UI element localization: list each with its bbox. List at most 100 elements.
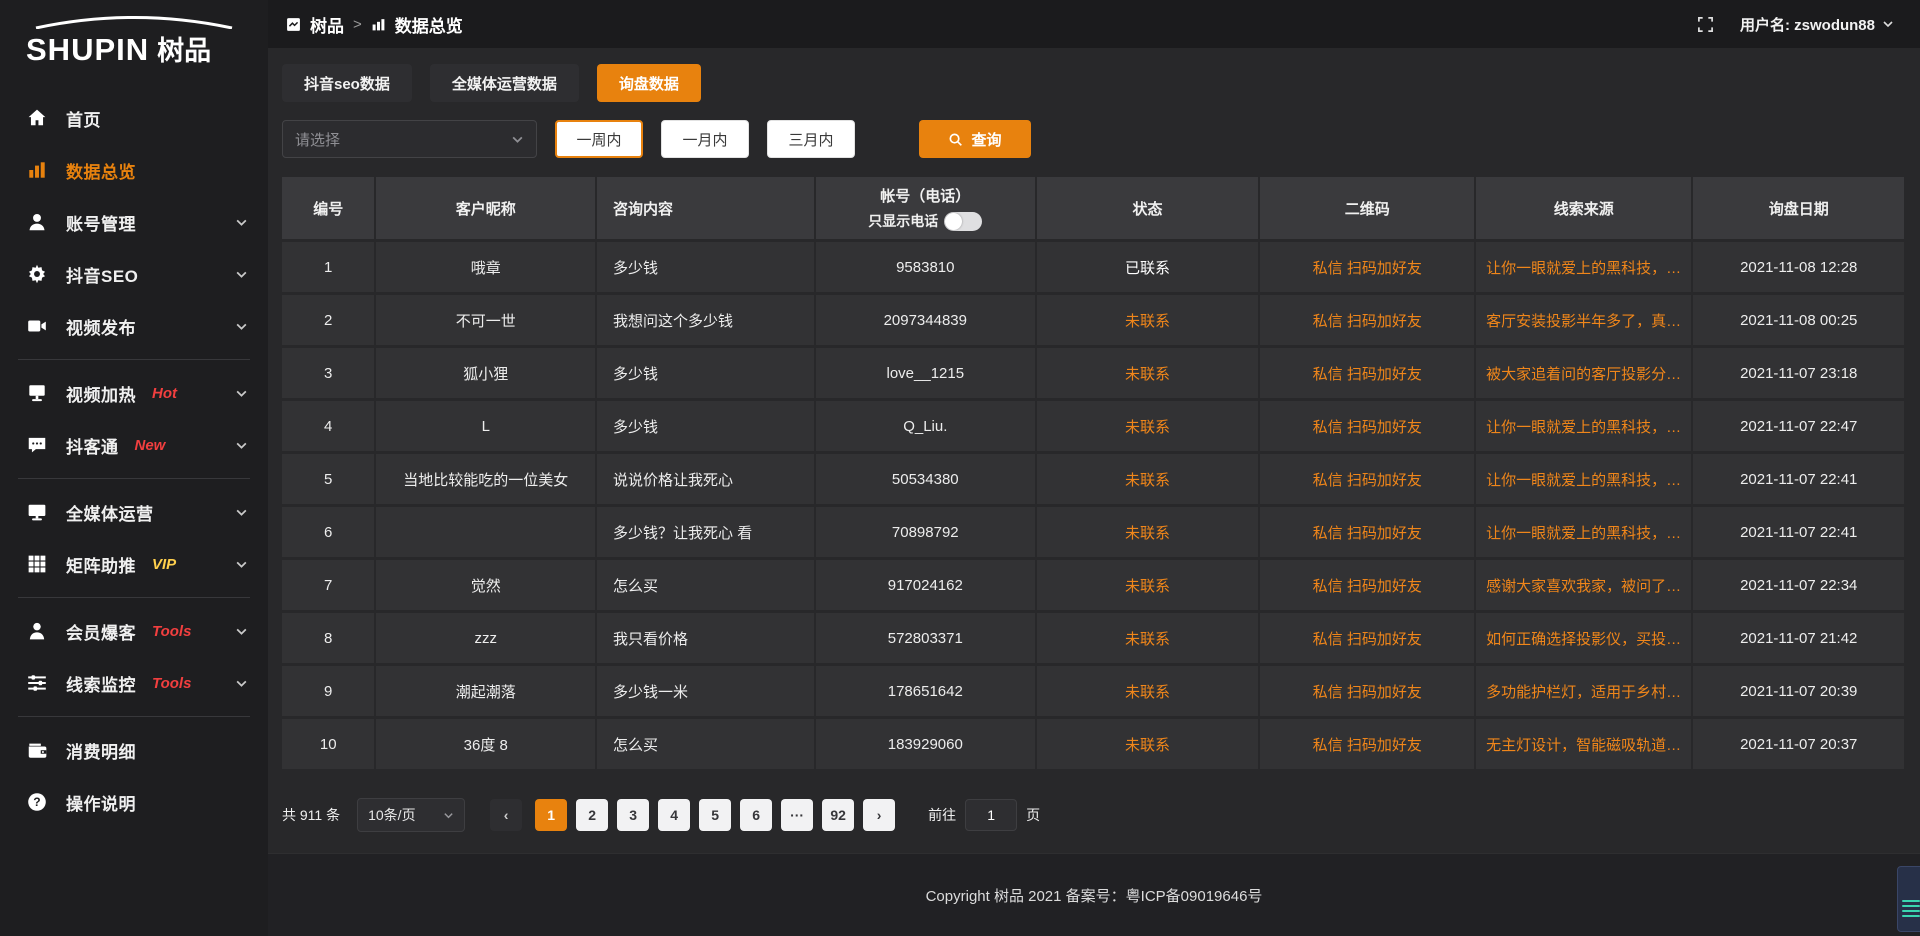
data-tabs: 抖音seo数据 全媒体运营数据 询盘数据	[282, 64, 1904, 102]
badge-tools: Tools	[152, 623, 191, 640]
sidebar-item-8[interactable]: 矩阵助推 VIP	[0, 538, 268, 590]
app-root: SHUPIN 树品 首页数据总览账号管理抖音SEO视频发布视频加热Hot抖客通N…	[0, 0, 1920, 936]
cell-source[interactable]: 多功能护栏灯，适用于乡村文...	[1474, 666, 1691, 716]
sidebar-item-6[interactable]: 抖客通New	[0, 419, 268, 471]
sidebar-item-4[interactable]: 视频发布	[0, 300, 268, 352]
cell-qr[interactable]: 私信 扫码加好友	[1258, 613, 1474, 663]
sidebar-item-9[interactable]: 会员爆客Tools	[0, 605, 268, 657]
cell-qr[interactable]: 私信 扫码加好友	[1258, 560, 1474, 610]
tab-media-ops[interactable]: 全媒体运营数据	[430, 64, 579, 102]
page-4-button[interactable]: 4	[658, 799, 690, 831]
breadcrumb-root[interactable]: 树品	[310, 12, 344, 37]
fullscreen-icon[interactable]	[1697, 16, 1714, 33]
sidebar-item-2[interactable]: 账号管理	[0, 196, 268, 248]
sidebar-item-1[interactable]: 数据总览	[0, 144, 268, 196]
sidebar-item-label: 抖音SEO	[66, 262, 138, 287]
cell-qr[interactable]: 私信 扫码加好友	[1258, 242, 1474, 292]
sidebar-item-label: 数据总览	[66, 158, 136, 183]
table-row: 3狐小狸多少钱love__1215未联系私信 扫码加好友被大家追着问的客厅投影分…	[282, 348, 1904, 398]
cell-nick: 当地比较能吃的一位美女	[374, 454, 595, 504]
cell-qr[interactable]: 私信 扫码加好友	[1258, 454, 1474, 504]
page-5-button[interactable]: 5	[699, 799, 731, 831]
sliders-icon	[26, 672, 48, 694]
cell-date: 2021-11-07 22:41	[1691, 507, 1904, 557]
cell-no: 2	[282, 295, 374, 345]
cell-no: 4	[282, 401, 374, 451]
sidebar-item-3[interactable]: 抖音SEO	[0, 248, 268, 300]
search-button[interactable]: 查询	[919, 120, 1031, 158]
cell-qr[interactable]: 私信 扫码加好友	[1258, 295, 1474, 345]
cell-date: 2021-11-07 23:18	[1691, 348, 1904, 398]
floating-widget[interactable]	[1897, 866, 1920, 932]
user-icon	[26, 211, 48, 233]
sidebar-item-10[interactable]: 线索监控Tools	[0, 657, 268, 709]
cell-content: 说说价格让我死心	[595, 454, 814, 504]
cell-qr[interactable]: 私信 扫码加好友	[1258, 401, 1474, 451]
logo-arc	[30, 16, 238, 29]
user-menu[interactable]: 用户名: zswodun88	[1740, 14, 1894, 35]
cell-nick: 36度 8	[374, 719, 595, 769]
page-size-value: 10条/页	[368, 805, 415, 825]
select-placeholder: 请选择	[295, 129, 340, 150]
goto-suffix: 页	[1026, 805, 1040, 825]
cell-qr[interactable]: 私信 扫码加好友	[1258, 666, 1474, 716]
table-row: 5当地比较能吃的一位美女说说价格让我死心50534380未联系私信 扫码加好友让…	[282, 454, 1904, 504]
table-row: 1哦章多少钱9583810已联系私信 扫码加好友让你一眼就爱上的黑科技，能...…	[282, 242, 1904, 292]
cell-account: 572803371	[814, 613, 1035, 663]
cell-source[interactable]: 让你一眼就爱上的黑科技，能...	[1474, 454, 1691, 504]
prev-page-button[interactable]: ‹	[490, 799, 522, 831]
pagination: 共 911 条 10条/页 ‹ 123456···92 › 前往 页	[282, 798, 1904, 832]
cell-source[interactable]: 让你一眼就爱上的黑科技，能...	[1474, 242, 1691, 292]
cell-status: 未联系	[1035, 348, 1259, 398]
badge-vip: VIP	[152, 556, 176, 573]
cell-qr[interactable]: 私信 扫码加好友	[1258, 348, 1474, 398]
cell-source[interactable]: 如何正确选择投影仪，买投影...	[1474, 613, 1691, 663]
range-week-button[interactable]: 一周内	[555, 120, 643, 158]
search-button-label: 查询	[971, 129, 1001, 150]
breadcrumb-current: 数据总览	[395, 12, 463, 37]
cell-source[interactable]: 让你一眼就爱上的黑科技，能...	[1474, 401, 1691, 451]
tab-douyin-seo[interactable]: 抖音seo数据	[282, 64, 412, 102]
sidebar-item-11[interactable]: 消费明细	[0, 724, 268, 776]
cell-no: 6	[282, 507, 374, 557]
cell-status: 未联系	[1035, 507, 1259, 557]
page-2-button[interactable]: 2	[576, 799, 608, 831]
bar-chart-icon	[371, 17, 386, 32]
cell-content: 怎么买	[595, 560, 814, 610]
cell-source[interactable]: 让你一眼就爱上的黑科技，能...	[1474, 507, 1691, 557]
help-icon: ?	[26, 791, 48, 813]
col-header-account-label: 帐号（电话）	[880, 185, 970, 206]
page-3-button[interactable]: 3	[617, 799, 649, 831]
page-size-select[interactable]: 10条/页	[357, 798, 465, 832]
goto-page-input[interactable]	[965, 799, 1017, 831]
breadcrumb: 树品 > 数据总览	[286, 12, 463, 37]
range-quarter-button[interactable]: 三月内	[767, 120, 855, 158]
sidebar-item-label: 消费明细	[66, 738, 136, 763]
sidebar-item-label: 矩阵助推	[66, 552, 136, 577]
table-row: 7觉然怎么买917024162未联系私信 扫码加好友感谢大家喜欢我家，被问了好.…	[282, 560, 1904, 610]
cell-content: 多少钱一米	[595, 666, 814, 716]
cell-no: 8	[282, 613, 374, 663]
sidebar-item-7[interactable]: 全媒体运营	[0, 486, 268, 538]
sidebar-item-12[interactable]: ?操作说明	[0, 776, 268, 828]
cell-source[interactable]: 无主灯设计，智能磁吸轨道灯...	[1474, 719, 1691, 769]
page-ellipsis-button[interactable]: ···	[781, 799, 813, 831]
date-filter-select[interactable]: 请选择	[282, 120, 537, 158]
page-1-button[interactable]: 1	[535, 799, 567, 831]
cell-date: 2021-11-07 20:37	[1691, 719, 1904, 769]
tab-inquiry[interactable]: 询盘数据	[597, 64, 701, 102]
cell-qr[interactable]: 私信 扫码加好友	[1258, 719, 1474, 769]
cell-source[interactable]: 被大家追着问的客厅投影分享...	[1474, 348, 1691, 398]
page-92-button[interactable]: 92	[822, 799, 854, 831]
next-page-button[interactable]: ›	[863, 799, 895, 831]
menu-divider	[18, 359, 250, 360]
range-month-button[interactable]: 一月内	[661, 120, 749, 158]
cell-source[interactable]: 客厅安装投影半年多了，真实...	[1474, 295, 1691, 345]
sidebar-item-5[interactable]: 视频加热Hot	[0, 367, 268, 419]
cell-account: 50534380	[814, 454, 1035, 504]
page-6-button[interactable]: 6	[740, 799, 772, 831]
phone-only-toggle[interactable]	[944, 212, 982, 231]
cell-qr[interactable]: 私信 扫码加好友	[1258, 507, 1474, 557]
cell-source[interactable]: 感谢大家喜欢我家，被问了好...	[1474, 560, 1691, 610]
sidebar-item-0[interactable]: 首页	[0, 92, 268, 144]
